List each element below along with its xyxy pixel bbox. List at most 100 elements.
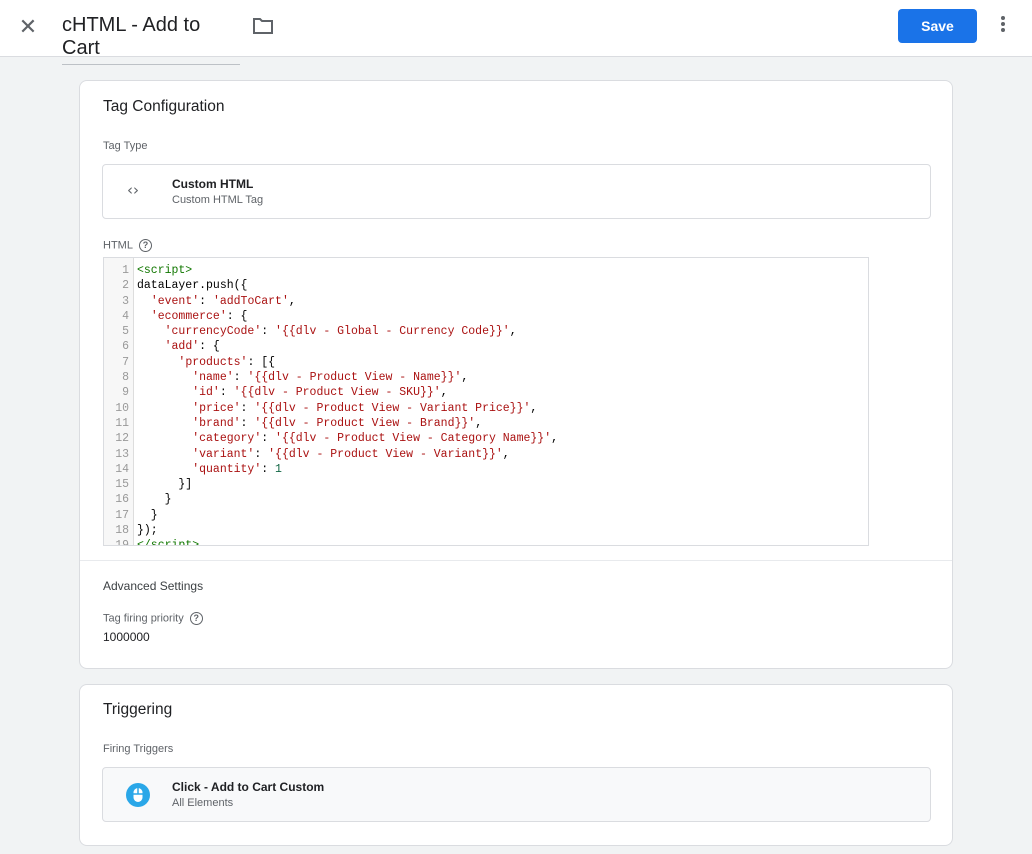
help-icon[interactable]: ?	[189, 612, 203, 625]
code-line: 'currencyCode': '{{dlv - Global - Curren…	[137, 324, 558, 339]
code-line: 'price': '{{dlv - Product View - Variant…	[137, 401, 558, 416]
code-token: '{{dlv - Product View - Category Name}}'	[275, 432, 552, 446]
code-token: 'addToCart'	[212, 294, 289, 308]
code-token: '{{dlv - Product View - Brand}}'	[254, 416, 476, 430]
code-token: :	[261, 462, 276, 476]
code-token: 'currencyCode'	[164, 325, 262, 339]
click-trigger-icon	[126, 783, 150, 812]
code-token: ,	[551, 432, 558, 446]
code-token: :	[254, 447, 269, 461]
code-line: 'ecommerce': {	[137, 309, 558, 324]
code-token: 'ecommerce'	[150, 309, 227, 323]
code-line: 'products': [{	[137, 355, 558, 370]
code-token: ,	[502, 447, 510, 461]
code-token: ,	[440, 386, 448, 400]
code-line: });	[137, 523, 558, 538]
tag-type-name: Custom HTML	[172, 177, 254, 191]
code-token: : {	[199, 340, 220, 354]
line-number: 11	[115, 416, 129, 430]
folder-icon[interactable]	[253, 17, 273, 40]
code-token: }]	[137, 478, 193, 492]
close-icon[interactable]: ✕	[17, 16, 39, 38]
priority-value[interactable]: 1000000	[103, 630, 150, 644]
code-line: 'brand': '{{dlv - Product View - Brand}}…	[137, 416, 558, 431]
tag-type-selector[interactable]: ‹› Custom HTML Custom HTML Tag	[102, 164, 931, 219]
save-button[interactable]: Save	[898, 9, 977, 43]
code-line: 'name': '{{dlv - Product View - Name}}',	[137, 370, 558, 385]
code-token: }	[137, 493, 172, 507]
line-number: 12	[115, 432, 129, 446]
advanced-settings-label[interactable]: Advanced Settings	[103, 579, 203, 593]
code-token: ,	[461, 371, 469, 385]
code-line: </script>	[137, 538, 558, 545]
trigger-item[interactable]: Click - Add to Cart Custom All Elements	[102, 767, 931, 822]
code-line: 'variant': '{{dlv - Product View - Varia…	[137, 447, 558, 462]
priority-label: Tag firing priority?	[103, 612, 203, 625]
code-line: }	[137, 508, 558, 523]
line-number: 1	[122, 264, 129, 277]
line-number: 17	[115, 508, 129, 522]
code-token: ,	[530, 401, 538, 415]
html-label-text: HTML	[103, 239, 133, 252]
card-title: Tag Configuration	[103, 98, 225, 115]
code-token: :	[219, 386, 234, 400]
trigger-sub: All Elements	[172, 797, 234, 809]
code-token: :	[261, 432, 276, 446]
line-number-gutter: 1 2 3 4 5 6 7 8 9 10 11 12 13 14 15 16 17 18 19	[104, 258, 134, 545]
line-number: 3	[122, 294, 129, 308]
divider	[80, 560, 952, 561]
code-line: 'event': 'addToCart',	[137, 294, 558, 309]
code-token: 'add'	[164, 340, 200, 354]
code-token: '{{dlv - Product View - Variant Price}}'	[254, 401, 531, 415]
tag-configuration-card[interactable]: Tag Configuration Tag Type ‹› Custom HTM…	[79, 80, 953, 669]
priority-label-text: Tag firing priority	[103, 612, 184, 625]
line-number: 18	[115, 524, 129, 538]
trigger-name: Click - Add to Cart Custom	[172, 780, 325, 794]
line-number: 7	[122, 355, 129, 369]
code-token: ,	[475, 416, 483, 430]
line-number: 16	[115, 493, 129, 507]
code-token: '{{dlv - Product View - Name}}'	[247, 371, 462, 385]
code-token: : {	[226, 309, 248, 323]
code-token: ,	[288, 294, 296, 308]
html-code-editor[interactable]: 1 2 3 4 5 6 7 8 9 10 11 12 13 14 15 16 17 18 19 <script> da…	[103, 257, 869, 546]
tag-type-label: Tag Type	[103, 140, 148, 152]
triggering-card[interactable]: Triggering Firing Triggers Click - Add t…	[79, 684, 953, 846]
line-number: 2	[122, 279, 129, 293]
code-token: :	[261, 325, 276, 339]
line-number: 4	[122, 309, 129, 323]
code-token: 'brand'	[192, 416, 241, 430]
line-number: 9	[122, 386, 129, 400]
code-line: }	[137, 492, 558, 507]
line-number: 8	[122, 371, 129, 385]
code-token: :	[240, 401, 255, 415]
help-icon[interactable]: ?	[138, 239, 152, 252]
code-token: '{{dlv - Product View - SKU}}'	[233, 386, 441, 400]
code-token: 'price'	[192, 401, 241, 415]
more-options-icon[interactable]	[993, 14, 1013, 38]
tag-name-input[interactable]: cHTML - Add to Cart	[62, 14, 240, 65]
line-number: 10	[115, 401, 129, 415]
line-number: 6	[122, 340, 129, 354]
code-line: }]	[137, 477, 558, 492]
code-line: dataLayer.push({	[137, 278, 558, 293]
code-token: '{{dlv - Global - Currency Code}}'	[275, 325, 510, 339]
line-number: 15	[115, 478, 129, 492]
html-label: HTML?	[103, 239, 152, 252]
code-line: 'id': '{{dlv - Product View - SKU}}',	[137, 385, 558, 400]
code-token: :	[233, 371, 248, 385]
code-token: }	[137, 508, 158, 522]
code-token: 'variant'	[192, 447, 255, 461]
code-brackets-icon: ‹›	[127, 181, 139, 199]
code-lines: <script> dataLayer.push({ 'event': 'addTo…	[137, 263, 558, 545]
line-number: 5	[122, 325, 129, 339]
